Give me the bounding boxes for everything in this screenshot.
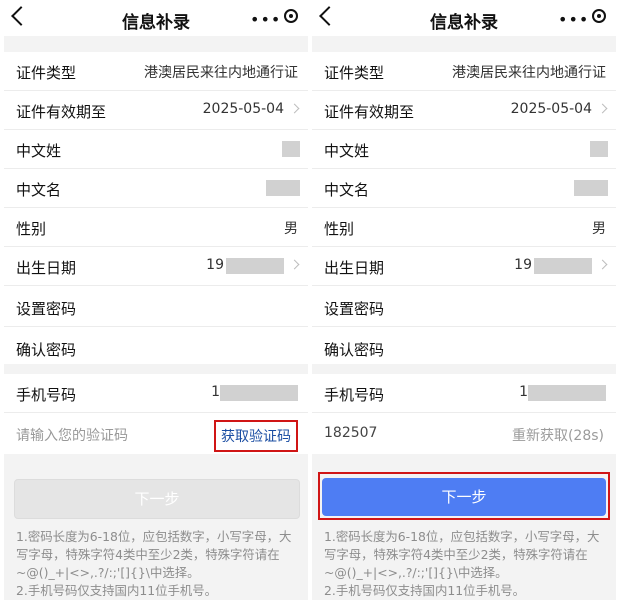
target-icon[interactable] (592, 9, 606, 23)
row-givenname[interactable]: 中文名 (312, 169, 616, 208)
get-code-button[interactable]: 获取验证码 (214, 420, 298, 452)
phone-value: 1 (519, 384, 528, 400)
row-doc-type[interactable]: 证件类型 港澳居民来往内地通行证 (4, 52, 308, 91)
notes: 1.密码长度为6-18位，应包括数字，小写字母，大写字母，特殊字符4类中至少2类… (324, 528, 610, 600)
phone-section: 手机号码 1 请输入您的验证码 获取验证码 (4, 374, 308, 454)
row-gender[interactable]: 性别 男 (312, 208, 616, 247)
gender-label: 性别 (16, 220, 47, 238)
chevron-right-icon (289, 103, 300, 114)
row-gender[interactable]: 性别 男 (4, 208, 308, 247)
phone-masked (528, 385, 606, 401)
confirm-password-label: 确认密码 (16, 341, 77, 359)
row-surname[interactable]: 中文姓 (312, 130, 616, 169)
row-code[interactable]: 请输入您的验证码 获取验证码 (4, 413, 308, 454)
row-set-password[interactable]: 设置密码 (312, 286, 616, 327)
birth-masked (226, 258, 284, 274)
right-screen: 信息补录 ••• 证件类型 港澳居民来往内地通行证 证件有效期至 2025-05… (312, 0, 616, 600)
row-confirm-password[interactable]: 确认密码 (4, 327, 308, 367)
info-form: 证件类型 港澳居民来往内地通行证 证件有效期至 2025-05-04 中文姓 中… (312, 52, 616, 364)
chevron-right-icon (597, 103, 608, 114)
birth-value: 19 (206, 257, 224, 273)
note-1: 1.密码长度为6-18位，应包括数字，小写字母，大写字母，特殊字符4类中至少2类… (16, 529, 292, 580)
gender-value: 男 (592, 221, 606, 237)
validity-value: 2025-05-04 (202, 101, 284, 117)
phone-masked (220, 385, 298, 401)
surname-label: 中文姓 (16, 142, 62, 160)
surname-masked (282, 141, 300, 157)
set-password-label: 设置密码 (16, 300, 77, 318)
next-button-disabled[interactable]: 下一步 (14, 479, 300, 519)
birth-label: 出生日期 (324, 259, 385, 277)
row-confirm-password[interactable]: 确认密码 (312, 327, 616, 367)
row-birth[interactable]: 出生日期 19 (4, 247, 308, 286)
givenname-label: 中文名 (324, 181, 370, 199)
surname-label: 中文姓 (324, 142, 370, 160)
row-doc-type[interactable]: 证件类型 港澳居民来往内地通行证 (312, 52, 616, 91)
note-1: 1.密码长度为6-18位，应包括数字，小写字母，大写字母，特殊字符4类中至少2类… (324, 529, 600, 580)
phone-label: 手机号码 (16, 386, 77, 404)
doc-type-label: 证件类型 (324, 64, 385, 82)
doc-type-label: 证件类型 (16, 64, 77, 82)
givenname-label: 中文名 (16, 181, 62, 199)
phone-value: 1 (211, 384, 220, 400)
next-button[interactable]: 下一步 (322, 478, 606, 516)
resend-countdown: 重新获取(28s) (511, 428, 604, 444)
left-screen: 信息补录 ••• 证件类型 港澳居民来往内地通行证 证件有效期至 2025-05… (4, 0, 308, 600)
givenname-masked (266, 180, 300, 196)
gender-label: 性别 (324, 220, 355, 238)
target-icon[interactable] (284, 9, 298, 23)
row-givenname[interactable]: 中文名 (4, 169, 308, 208)
confirm-password-label: 确认密码 (324, 341, 385, 359)
validity-label: 证件有效期至 (16, 103, 107, 121)
nav-bar: 信息补录 ••• (312, 0, 616, 36)
chevron-right-icon (289, 259, 300, 270)
chevron-right-icon (597, 259, 608, 270)
birth-label: 出生日期 (16, 259, 77, 277)
gender-value: 男 (284, 221, 298, 237)
nav-bar: 信息补录 ••• (4, 0, 308, 36)
note-2: 2.手机号码仅支持国内11位手机号。 (16, 583, 218, 598)
row-code[interactable]: 182507 重新获取(28s) (312, 413, 616, 454)
set-password-label: 设置密码 (324, 300, 385, 318)
row-set-password[interactable]: 设置密码 (4, 286, 308, 327)
row-phone[interactable]: 手机号码 1 (312, 374, 616, 413)
birth-masked (534, 258, 592, 274)
row-surname[interactable]: 中文姓 (4, 130, 308, 169)
birth-value: 19 (514, 257, 532, 273)
row-validity[interactable]: 证件有效期至 2025-05-04 (4, 91, 308, 130)
surname-masked (590, 141, 608, 157)
note-2: 2.手机号码仅支持国内11位手机号。 (324, 583, 526, 598)
notes: 1.密码长度为6-18位，应包括数字，小写字母，大写字母，特殊字符4类中至少2类… (16, 528, 302, 600)
code-input-placeholder[interactable]: 请输入您的验证码 (16, 425, 128, 445)
row-phone[interactable]: 手机号码 1 (4, 374, 308, 413)
row-validity[interactable]: 证件有效期至 2025-05-04 (312, 91, 616, 130)
givenname-masked (574, 180, 608, 196)
more-icon[interactable]: ••• (250, 10, 281, 29)
validity-value: 2025-05-04 (510, 101, 592, 117)
doc-type-value: 港澳居民来往内地通行证 (144, 65, 298, 81)
doc-type-value: 港澳居民来往内地通行证 (452, 65, 606, 81)
row-birth[interactable]: 出生日期 19 (312, 247, 616, 286)
more-icon[interactable]: ••• (558, 10, 589, 29)
code-input[interactable]: 182507 (324, 425, 377, 441)
phone-section: 手机号码 1 182507 重新获取(28s) (312, 374, 616, 454)
phone-label: 手机号码 (324, 386, 385, 404)
validity-label: 证件有效期至 (324, 103, 415, 121)
info-form: 证件类型 港澳居民来往内地通行证 证件有效期至 2025-05-04 中文姓 中… (4, 52, 308, 364)
